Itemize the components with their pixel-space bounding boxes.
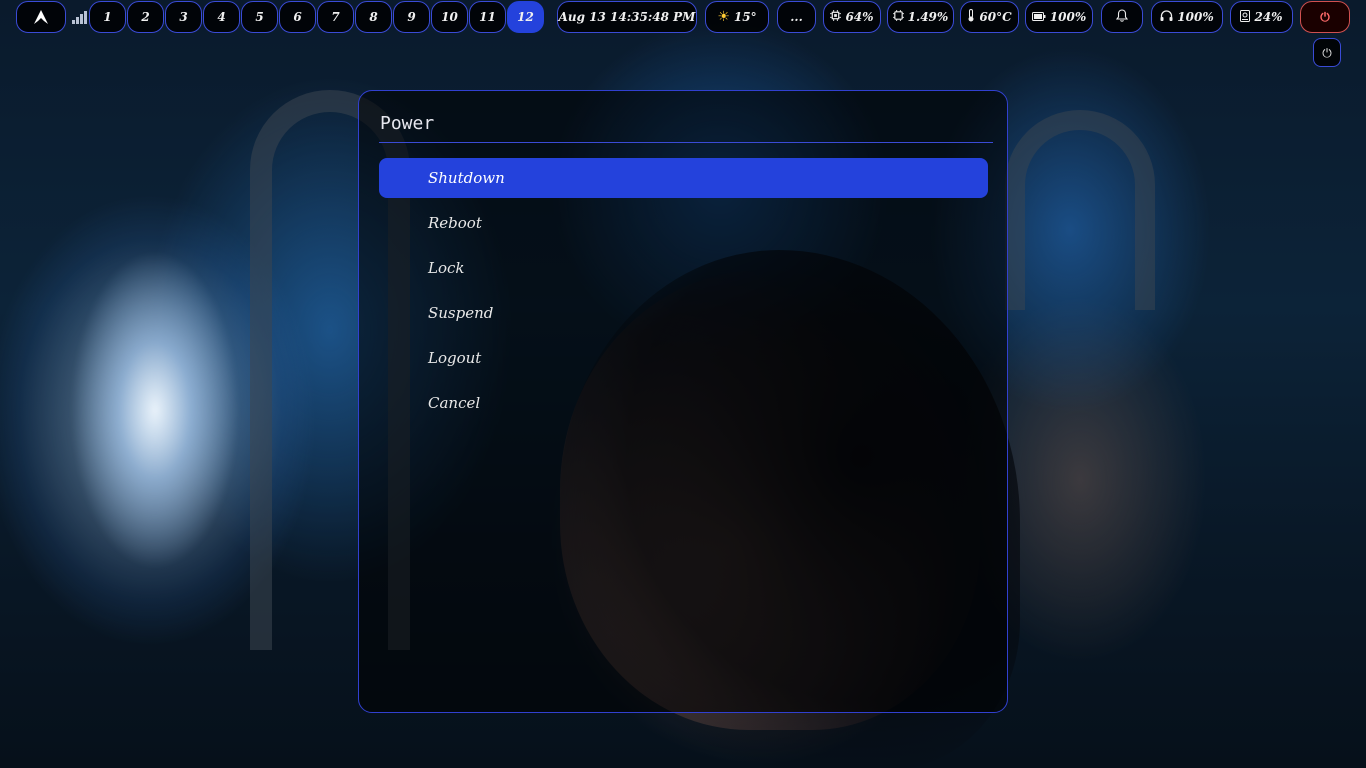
workspace-10-button[interactable]: 10	[431, 1, 468, 33]
temperature-text: 60°C	[979, 10, 1012, 24]
cpu-widget[interactable]: 64%	[823, 1, 881, 33]
clock-text: Aug 13 14:35:48 PM	[558, 10, 696, 24]
workspace-label: 3	[179, 10, 188, 24]
cpu-chip-icon	[830, 10, 842, 24]
disk-widget[interactable]: 24%	[1230, 1, 1293, 33]
more-button[interactable]: ...	[777, 1, 816, 33]
workspace-11-button[interactable]: 11	[469, 1, 506, 33]
weather-widget[interactable]: ☀ 15°	[705, 1, 769, 33]
power-icon: ⏻	[1322, 45, 1332, 60]
app-launcher-button[interactable]	[16, 1, 66, 33]
workspace-label: 9	[407, 10, 416, 24]
sun-icon: ☀	[717, 9, 730, 25]
wallpaper-arch-right	[1005, 110, 1155, 310]
power-menu-title: Power	[380, 113, 435, 134]
workspace-12-button[interactable]: 12	[507, 1, 544, 33]
top-bar: 1 2 3 4 5 6 7 8 9 10 11 12 Aug 13 14:35:…	[0, 0, 1366, 34]
workspace-label: 7	[331, 10, 340, 24]
cpu-text: 64%	[845, 10, 874, 24]
wallpaper-fairy	[70, 250, 240, 570]
workspace-6-button[interactable]: 6	[279, 1, 316, 33]
headset-icon	[1160, 9, 1173, 25]
more-text: ...	[790, 10, 803, 24]
workspace-9-button[interactable]: 9	[393, 1, 430, 33]
workspace-label: 4	[217, 10, 226, 24]
disk-icon	[1240, 9, 1251, 25]
workspace-2-button[interactable]: 2	[127, 1, 164, 33]
signal-bars-icon	[72, 10, 88, 24]
workspace-5-button[interactable]: 5	[241, 1, 278, 33]
workspace-7-button[interactable]: 7	[317, 1, 354, 33]
workspace-label: 2	[141, 10, 150, 24]
workspace-1-button[interactable]: 1	[89, 1, 126, 33]
workspace-label: 8	[369, 10, 378, 24]
power-button[interactable]: ⏻	[1300, 1, 1350, 33]
workspace-8-button[interactable]: 8	[355, 1, 392, 33]
memory-widget[interactable]: 1.49%	[887, 1, 954, 33]
power-menu-divider	[379, 142, 993, 143]
headset-text: 100%	[1177, 10, 1214, 24]
workspace-label: 10	[441, 10, 458, 24]
menu-item-shutdown[interactable]: Shutdown	[379, 158, 988, 198]
workspace-label: 5	[255, 10, 264, 24]
workspace-3-button[interactable]: 3	[165, 1, 202, 33]
temperature-widget[interactable]: 60°C	[960, 1, 1019, 33]
thermometer-icon	[967, 9, 975, 25]
memory-text: 1.49%	[907, 10, 949, 24]
menu-item-reboot[interactable]: Reboot	[379, 203, 988, 243]
battery-widget[interactable]: 100%	[1025, 1, 1093, 33]
bell-icon	[1115, 9, 1129, 25]
weather-text: 15°	[733, 10, 757, 24]
menu-item-cancel[interactable]: Cancel	[379, 383, 988, 423]
workspace-label: 11	[479, 10, 496, 24]
power-menu: Power Shutdown Reboot Lock Suspend Logou…	[358, 90, 1008, 713]
menu-item-logout[interactable]: Logout	[379, 338, 988, 378]
workspace-label: 12	[517, 10, 534, 24]
power-menu-list: Shutdown Reboot Lock Suspend Logout Canc…	[379, 158, 988, 428]
arch-logo-icon	[33, 9, 49, 25]
power-menu-toggle-button[interactable]: ⏻	[1313, 38, 1341, 67]
battery-icon	[1031, 10, 1046, 24]
clock-widget[interactable]: Aug 13 14:35:48 PM	[557, 1, 697, 33]
workspace-label: 1	[103, 10, 112, 24]
headset-widget[interactable]: 100%	[1151, 1, 1223, 33]
notifications-button[interactable]	[1101, 1, 1143, 33]
memory-chip-icon	[892, 10, 904, 24]
menu-item-suspend[interactable]: Suspend	[379, 293, 988, 333]
power-icon: ⏻	[1320, 10, 1330, 24]
workspace-label: 6	[293, 10, 302, 24]
battery-text: 100%	[1049, 10, 1087, 24]
menu-item-lock[interactable]: Lock	[379, 248, 988, 288]
disk-text: 24%	[1254, 10, 1283, 24]
workspace-4-button[interactable]: 4	[203, 1, 240, 33]
